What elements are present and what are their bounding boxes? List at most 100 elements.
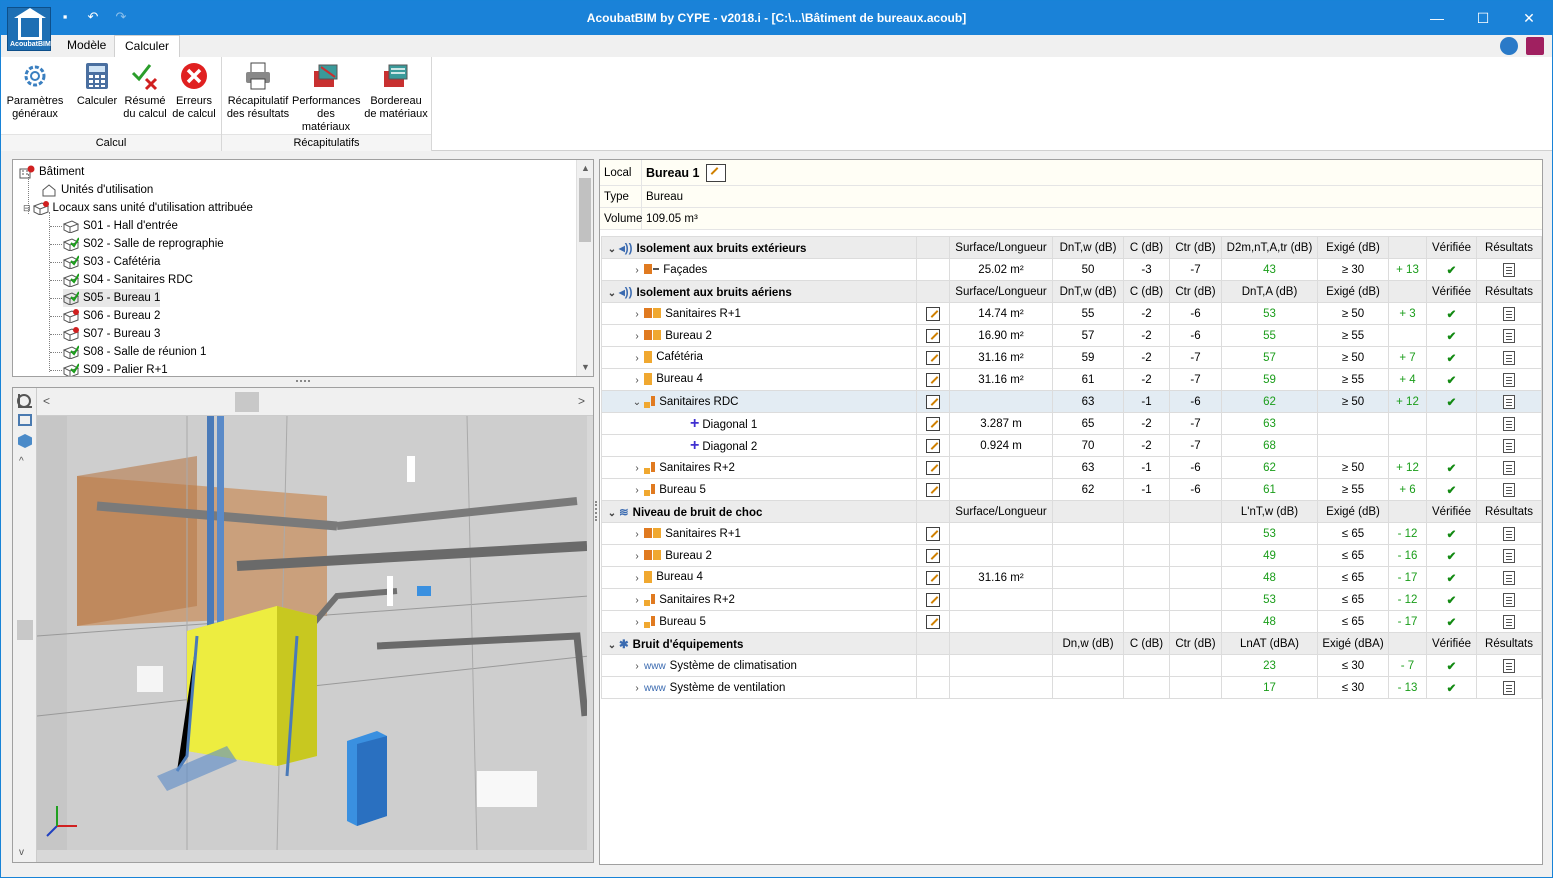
tree-item-locaux[interactable]: ⊟ Locaux sans unité d'utilisation attribu…	[23, 199, 253, 217]
edit-icon[interactable]	[926, 482, 940, 497]
results-doc-icon[interactable]	[1503, 262, 1515, 277]
layers-tool-icon[interactable]	[18, 414, 32, 426]
chevron-down-icon[interactable]: ⌄	[605, 288, 619, 299]
zoom-tool-icon[interactable]	[17, 394, 31, 408]
results-doc-icon[interactable]	[1503, 372, 1515, 387]
3d-scene[interactable]	[37, 416, 587, 850]
scroll-down-icon[interactable]: v	[19, 847, 24, 858]
chevron-down-icon[interactable]: ⌄	[605, 508, 619, 519]
table-row[interactable]: › Sanitaires R+1 53 ≤ 65 - 12 ✔	[601, 522, 1542, 545]
table-row[interactable]: › Bureau 4 31.16 m² 61 -2 -7 59 ≥ 55 + 4…	[601, 368, 1542, 391]
edit-local-icon[interactable]	[706, 164, 726, 182]
table-row[interactable]: › Sanitaires R+2 63 -1 -6 62 ≥ 50 + 12 ✔	[601, 456, 1542, 479]
building-tree[interactable]: Bâtiment Unités d'utilisation ⊟ Locaux sa…	[12, 159, 594, 377]
edit-icon[interactable]	[926, 460, 940, 475]
globe-icon[interactable]	[1500, 37, 1518, 55]
tree-item-s01[interactable]: S01 - Hall d'entrée	[62, 217, 178, 235]
close-button[interactable]: ✕	[1506, 1, 1552, 35]
chevron-down-icon[interactable]: ⌄	[605, 640, 619, 651]
performances-materiaux-button[interactable]: Performances des matériaux	[292, 61, 360, 134]
table-row[interactable]: › Sanitaires R+1 14.74 m² 55 -2 -6 53 ≥ …	[601, 302, 1542, 325]
chevron-right-icon[interactable]: ›	[630, 309, 644, 320]
viewer-hscroll-thumb[interactable]	[235, 392, 259, 412]
maximize-button[interactable]: ☐	[1460, 1, 1506, 35]
chevron-right-icon[interactable]: ›	[630, 661, 644, 672]
chevron-right-icon[interactable]: ›	[630, 485, 644, 496]
chevron-right-icon[interactable]: ›	[630, 375, 644, 386]
table-row[interactable]: › Bureau 5 62 -1 -6 61 ≥ 55 + 6 ✔	[601, 478, 1542, 501]
erreurs-de-calcul-button[interactable]: Erreurs de calcul	[169, 61, 219, 121]
chevron-right-icon[interactable]: ›	[630, 265, 644, 276]
results-doc-icon[interactable]	[1503, 548, 1515, 563]
edit-icon[interactable]	[926, 372, 940, 387]
tree-item-s02[interactable]: S02 - Salle de reprographie	[62, 235, 224, 253]
tree-item-s09[interactable]: S09 - Palier R+1	[62, 361, 168, 376]
table-row[interactable]: + Diagonal 1 3.287 m 65 -2 -7 63	[601, 412, 1542, 435]
results-doc-icon[interactable]	[1503, 328, 1515, 343]
chevron-down-icon[interactable]: ⌄	[630, 397, 644, 408]
edit-icon[interactable]	[926, 306, 940, 321]
table-row[interactable]: + Diagonal 2 0.924 m 70 -2 -7 68	[601, 434, 1542, 457]
scroll-up-icon[interactable]: ▲	[577, 160, 593, 177]
results-doc-icon[interactable]	[1503, 570, 1515, 585]
tree-item-s06[interactable]: S06 - Bureau 2	[62, 307, 160, 325]
edit-icon[interactable]	[926, 548, 940, 563]
table-row[interactable]: › Cafétéria 31.16 m² 59 -2 -7 57 ≥ 50 + …	[601, 346, 1542, 369]
table-row[interactable]: › Bureau 2 16.90 m² 57 -2 -6 55 ≥ 55 ✔	[601, 324, 1542, 347]
results-doc-icon[interactable]	[1503, 680, 1515, 695]
tree-item-unites[interactable]: Unités d'utilisation	[41, 181, 153, 199]
tab-modele[interactable]: Modèle	[57, 35, 116, 57]
bordereau-materiaux-button[interactable]: Bordereau de matériaux	[362, 61, 430, 121]
tree-item-s03[interactable]: S03 - Cafétéria	[62, 253, 160, 271]
table-row[interactable]: ⌄ Sanitaires RDC 63 -1 -6 62 ≥ 50 + 12 ✔	[601, 390, 1542, 413]
chevron-right-icon[interactable]: ›	[630, 463, 644, 474]
chevron-right-icon[interactable]: ›	[630, 683, 644, 694]
tree-scrollbar-thumb[interactable]	[579, 178, 591, 242]
3d-viewer[interactable]: ^ v < >	[12, 387, 594, 863]
results-doc-icon[interactable]	[1503, 592, 1515, 607]
chevron-right-icon[interactable]: ›	[630, 551, 644, 562]
chevron-down-icon[interactable]: ⌄	[605, 244, 619, 255]
tree-item-s07[interactable]: S07 - Bureau 3	[62, 325, 160, 343]
edit-icon[interactable]	[926, 570, 940, 585]
tree-item-s04[interactable]: S04 - Sanitaires RDC	[62, 271, 193, 289]
scroll-up-icon[interactable]: ^	[19, 456, 24, 467]
results-doc-icon[interactable]	[1503, 438, 1515, 453]
results-doc-icon[interactable]	[1503, 614, 1515, 629]
results-doc-icon[interactable]	[1503, 658, 1515, 673]
tab-calculer[interactable]: Calculer	[114, 35, 181, 57]
tree-scrollbar[interactable]: ▲ ▼	[576, 160, 593, 376]
minimize-button[interactable]: —	[1414, 1, 1460, 35]
table-row[interactable]: › Bureau 4 31.16 m² 48 ≤ 65 - 17 ✔	[601, 566, 1542, 589]
tree-item-batiment[interactable]: Bâtiment	[19, 163, 84, 181]
table-row[interactable]: › ᴡᴡᴡ Système de climatisation 23 ≤ 30 - 7…	[601, 654, 1542, 677]
splitter-handle[interactable]	[296, 380, 310, 384]
tree-item-s08[interactable]: S08 - Salle de réunion 1	[62, 343, 206, 361]
edit-icon[interactable]	[926, 592, 940, 607]
viewer-hscroll[interactable]: < >	[17, 388, 593, 416]
table-row[interactable]: › ᴡᴡᴡ Système de ventilation 17 ≤ 30 - 13 …	[601, 676, 1542, 699]
chevron-right-icon[interactable]: ›	[630, 595, 644, 606]
resume-du-calcul-button[interactable]: Résumé du calcul	[121, 61, 169, 121]
scroll-down-icon[interactable]: ▼	[577, 359, 593, 376]
collapse-icon[interactable]: ⊟	[23, 203, 31, 213]
viewer-vscroll-thumb[interactable]	[17, 620, 33, 640]
edit-icon[interactable]	[926, 526, 940, 541]
results-doc-icon[interactable]	[1503, 394, 1515, 409]
edit-icon[interactable]	[926, 394, 940, 409]
results-doc-icon[interactable]	[1503, 460, 1515, 475]
results-doc-icon[interactable]	[1503, 526, 1515, 541]
book-icon[interactable]	[1526, 37, 1544, 55]
edit-icon[interactable]	[926, 438, 940, 453]
chevron-right-icon[interactable]: ›	[630, 573, 644, 584]
calculer-button[interactable]: Calculer	[71, 61, 123, 108]
chevron-right-icon[interactable]: ›	[630, 529, 644, 540]
chevron-right-icon[interactable]: ›	[630, 331, 644, 342]
results-doc-icon[interactable]	[1503, 416, 1515, 431]
chevron-right-icon[interactable]: ›	[630, 617, 644, 628]
edit-icon[interactable]	[926, 350, 940, 365]
scroll-left-icon[interactable]: <	[43, 394, 50, 408]
tree-item-s05[interactable]: S05 - Bureau 1	[62, 289, 161, 307]
edit-icon[interactable]	[926, 614, 940, 629]
chevron-right-icon[interactable]: ›	[630, 353, 644, 364]
